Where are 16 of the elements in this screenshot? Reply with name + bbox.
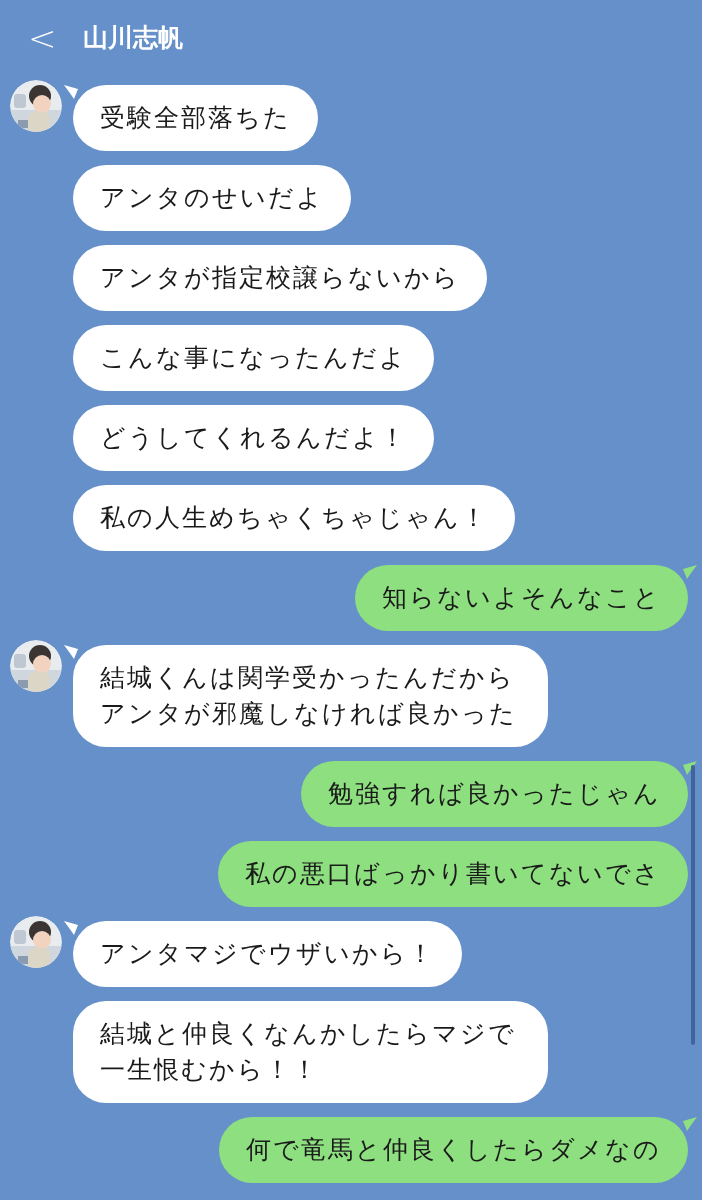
message-bubble: どうしてくれるんだよ！: [73, 405, 434, 471]
message-bubble: アンタが指定校譲らないから: [73, 245, 487, 311]
message-bubble: 私の悪口ばっかり書いてないでさ: [218, 841, 688, 907]
message-bubble: 結城と仲良くなんかしたらマジで一生恨むから！！: [73, 1001, 548, 1103]
message-bubble: 勉強すれば良かったじゃん: [301, 761, 688, 827]
message-bubble: 知らないよそんなこと: [355, 565, 688, 631]
message-bubble: 結城くんは関学受かったんだからアンタが邪魔しなければ良かった: [73, 645, 548, 747]
back-button[interactable]: <: [28, 20, 52, 55]
scrollbar[interactable]: [691, 765, 695, 1045]
message-bubble: アンタマジでウザいから！: [73, 921, 462, 987]
message-bubble: こんな事になったんだよ: [73, 325, 434, 391]
message-bubble: 私の人生めちゃくちゃじゃん！: [73, 485, 515, 551]
chat-title: 山川志帆: [83, 21, 183, 54]
message-bubble: アンタのせいだよ: [73, 165, 351, 231]
message-bubble: 受験全部落ちた: [73, 85, 318, 151]
message-bubble: 何で竜馬と仲良くしたらダメなの: [219, 1117, 688, 1183]
